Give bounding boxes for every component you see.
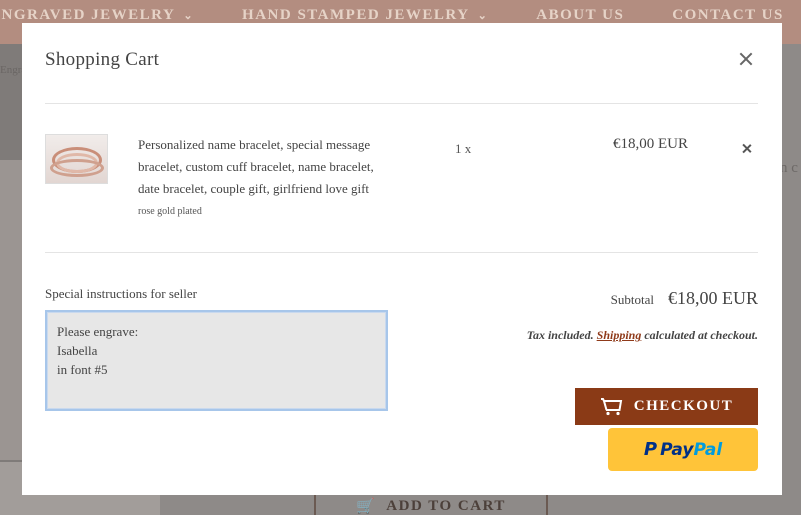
note-line: in font #5 (57, 362, 108, 377)
tax-note: Tax included. Shipping calculated at che… (527, 328, 758, 343)
paypal-button[interactable]: P PayPal (608, 428, 758, 471)
bracelet-image-part (50, 159, 104, 177)
background-add-to-cart-button: 🛒 Add to cart (314, 492, 548, 515)
nav-item-hand-stamped-jewelry[interactable]: Hand Stamped Jewelry ⌄ (242, 7, 488, 24)
subtotal-label: Subtotal (610, 292, 654, 307)
checkout-label: Checkout (633, 398, 734, 414)
paypal-pal: Pal (693, 439, 723, 460)
seller-instructions-textarea[interactable]: Please engrave: Isabella in font #5 (45, 310, 388, 411)
chevron-down-icon: ⌄ (477, 9, 489, 22)
divider-top (45, 103, 758, 104)
background-product-photo (0, 160, 22, 460)
add-to-cart-label: Add to cart (386, 497, 506, 514)
cart-icon (600, 397, 622, 415)
product-thumbnail[interactable] (45, 134, 108, 184)
cart-item-variant: rose gold plated (138, 206, 202, 217)
cart-item-quantity: 1 x (455, 141, 472, 156)
note-label: Special instructions for seller (45, 286, 197, 301)
checkout-button[interactable]: Checkout (575, 388, 758, 425)
nav-label: Hand Stamped Jewelry (242, 6, 470, 23)
nav-label: Engraved Jewelry (0, 6, 176, 23)
background-right-text: n c (780, 160, 798, 176)
subtotal-row: Subtotal €18,00 EUR (611, 288, 758, 309)
note-line: Isabella (57, 343, 98, 358)
cart-icon: 🛒 (356, 498, 377, 515)
cart-item-title[interactable]: Personalized name bracelet, special mess… (138, 134, 388, 200)
tax-note-suffix: calculated at checkout. (644, 328, 758, 342)
close-icon[interactable] (736, 49, 756, 69)
subtotal-value: €18,00 EUR (668, 288, 758, 308)
modal-title: Shopping Cart (45, 49, 160, 70)
nav-item-about-us[interactable]: About Us (536, 7, 624, 24)
paypal-wordmark: PayPal (660, 440, 722, 460)
shipping-link[interactable]: Shipping (597, 328, 642, 342)
background-right-area (782, 44, 801, 515)
cart-modal: Shopping Cart Personalized name bracelet… (22, 23, 782, 495)
nav-item-engraved-jewelry[interactable]: Engraved Jewelry ⌄ (0, 7, 194, 24)
paypal-logo-icon: P (643, 439, 658, 460)
note-line: Please engrave: (57, 324, 139, 339)
nav-item-contact-us[interactable]: Contact Us (672, 7, 784, 24)
cart-item-price: €18,00 EUR (613, 136, 688, 152)
remove-icon[interactable] (741, 143, 753, 155)
tax-note-prefix: Tax included. (526, 328, 594, 342)
chevron-down-icon: ⌄ (183, 9, 195, 22)
divider-middle (45, 252, 758, 253)
paypal-pay: Pay (660, 439, 694, 460)
